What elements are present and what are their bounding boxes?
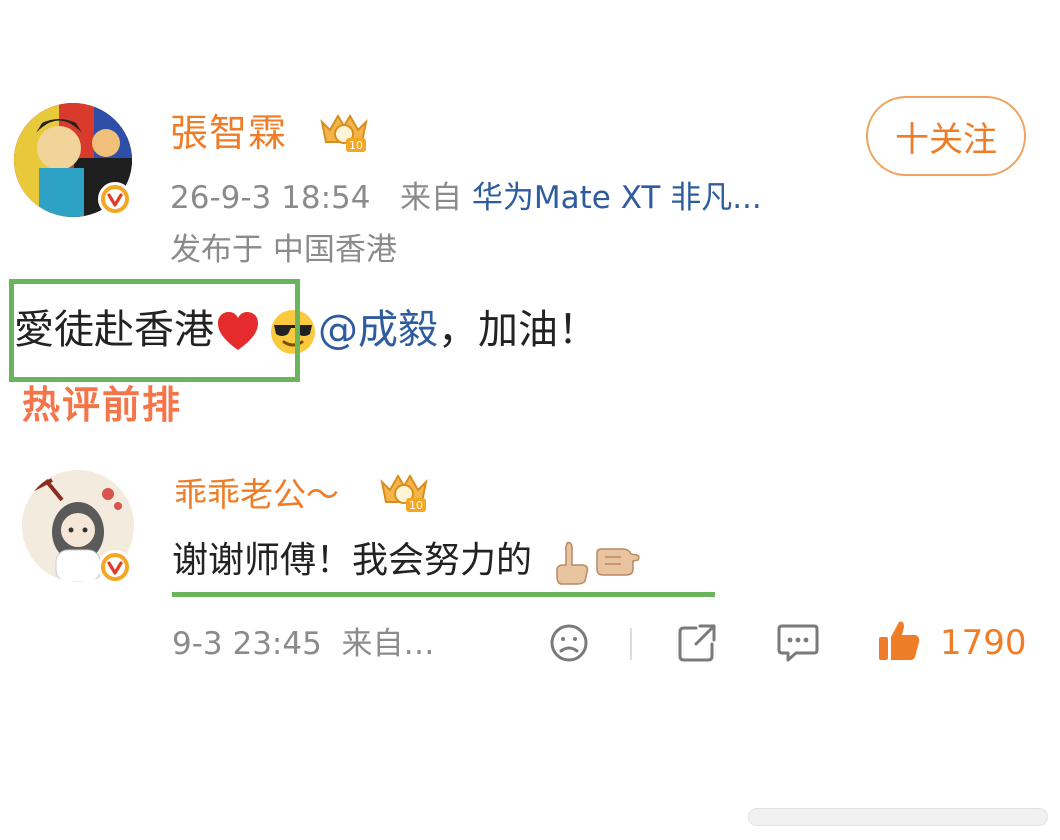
heart-emoji-icon <box>214 308 262 356</box>
sunglasses-emoji-icon <box>268 308 318 356</box>
post-meta: 26-9-3 18:54 来自 华为Mate XT 非凡... <box>170 176 762 220</box>
post-text-tail: ，加油！ <box>438 307 598 353</box>
svg-text:10: 10 <box>409 499 423 512</box>
like-count: 1790 <box>940 623 1027 663</box>
post-time: 26-9-3 18:54 <box>170 180 371 216</box>
comment-source: 来自… <box>341 626 435 662</box>
commenter-name[interactable]: 乖乖老公～ <box>174 470 339 520</box>
verified-v-icon <box>98 182 132 216</box>
post-location: 发布于 中国香港 <box>170 232 397 268</box>
mention-link[interactable]: @成毅 <box>318 307 438 353</box>
commenter-verified-v-icon <box>98 550 132 584</box>
commenter-vip-crown-icon: 10 <box>376 468 432 516</box>
scroll-indicator <box>748 808 1048 826</box>
follow-button[interactable]: 十关注 <box>866 96 1026 176</box>
like-thumb-icon[interactable] <box>876 618 922 668</box>
comment-content: 谢谢师傅！我会努力的 <box>172 534 641 588</box>
dislike-face-icon[interactable] <box>548 622 590 668</box>
comment-time: 9-3 23:45 <box>172 626 322 662</box>
post-device[interactable]: 华为Mate XT 非凡... <box>472 180 762 216</box>
post-text-main: 愛徒赴香港 <box>14 307 214 353</box>
hot-comments-title: 热评前排 <box>22 383 183 427</box>
comment-meta: 9-3 23:45 来自… <box>172 622 435 666</box>
post-content: 愛徒赴香港 @成毅，加油！ <box>14 300 598 360</box>
action-divider <box>630 628 632 660</box>
comment-icon[interactable] <box>776 622 820 668</box>
comment-text: 谢谢师傅！我会努力的 <box>172 540 533 581</box>
share-icon[interactable] <box>676 622 718 668</box>
hand-emoji-icon <box>549 539 593 585</box>
fist-emoji-icon <box>593 539 641 585</box>
vip-crown-icon: 10 <box>316 108 372 156</box>
author-name[interactable]: 張智霖 <box>170 108 287 158</box>
highlight-underline <box>172 592 715 597</box>
post-source-prefix: 来自 <box>400 180 463 216</box>
svg-text:10: 10 <box>349 139 363 152</box>
